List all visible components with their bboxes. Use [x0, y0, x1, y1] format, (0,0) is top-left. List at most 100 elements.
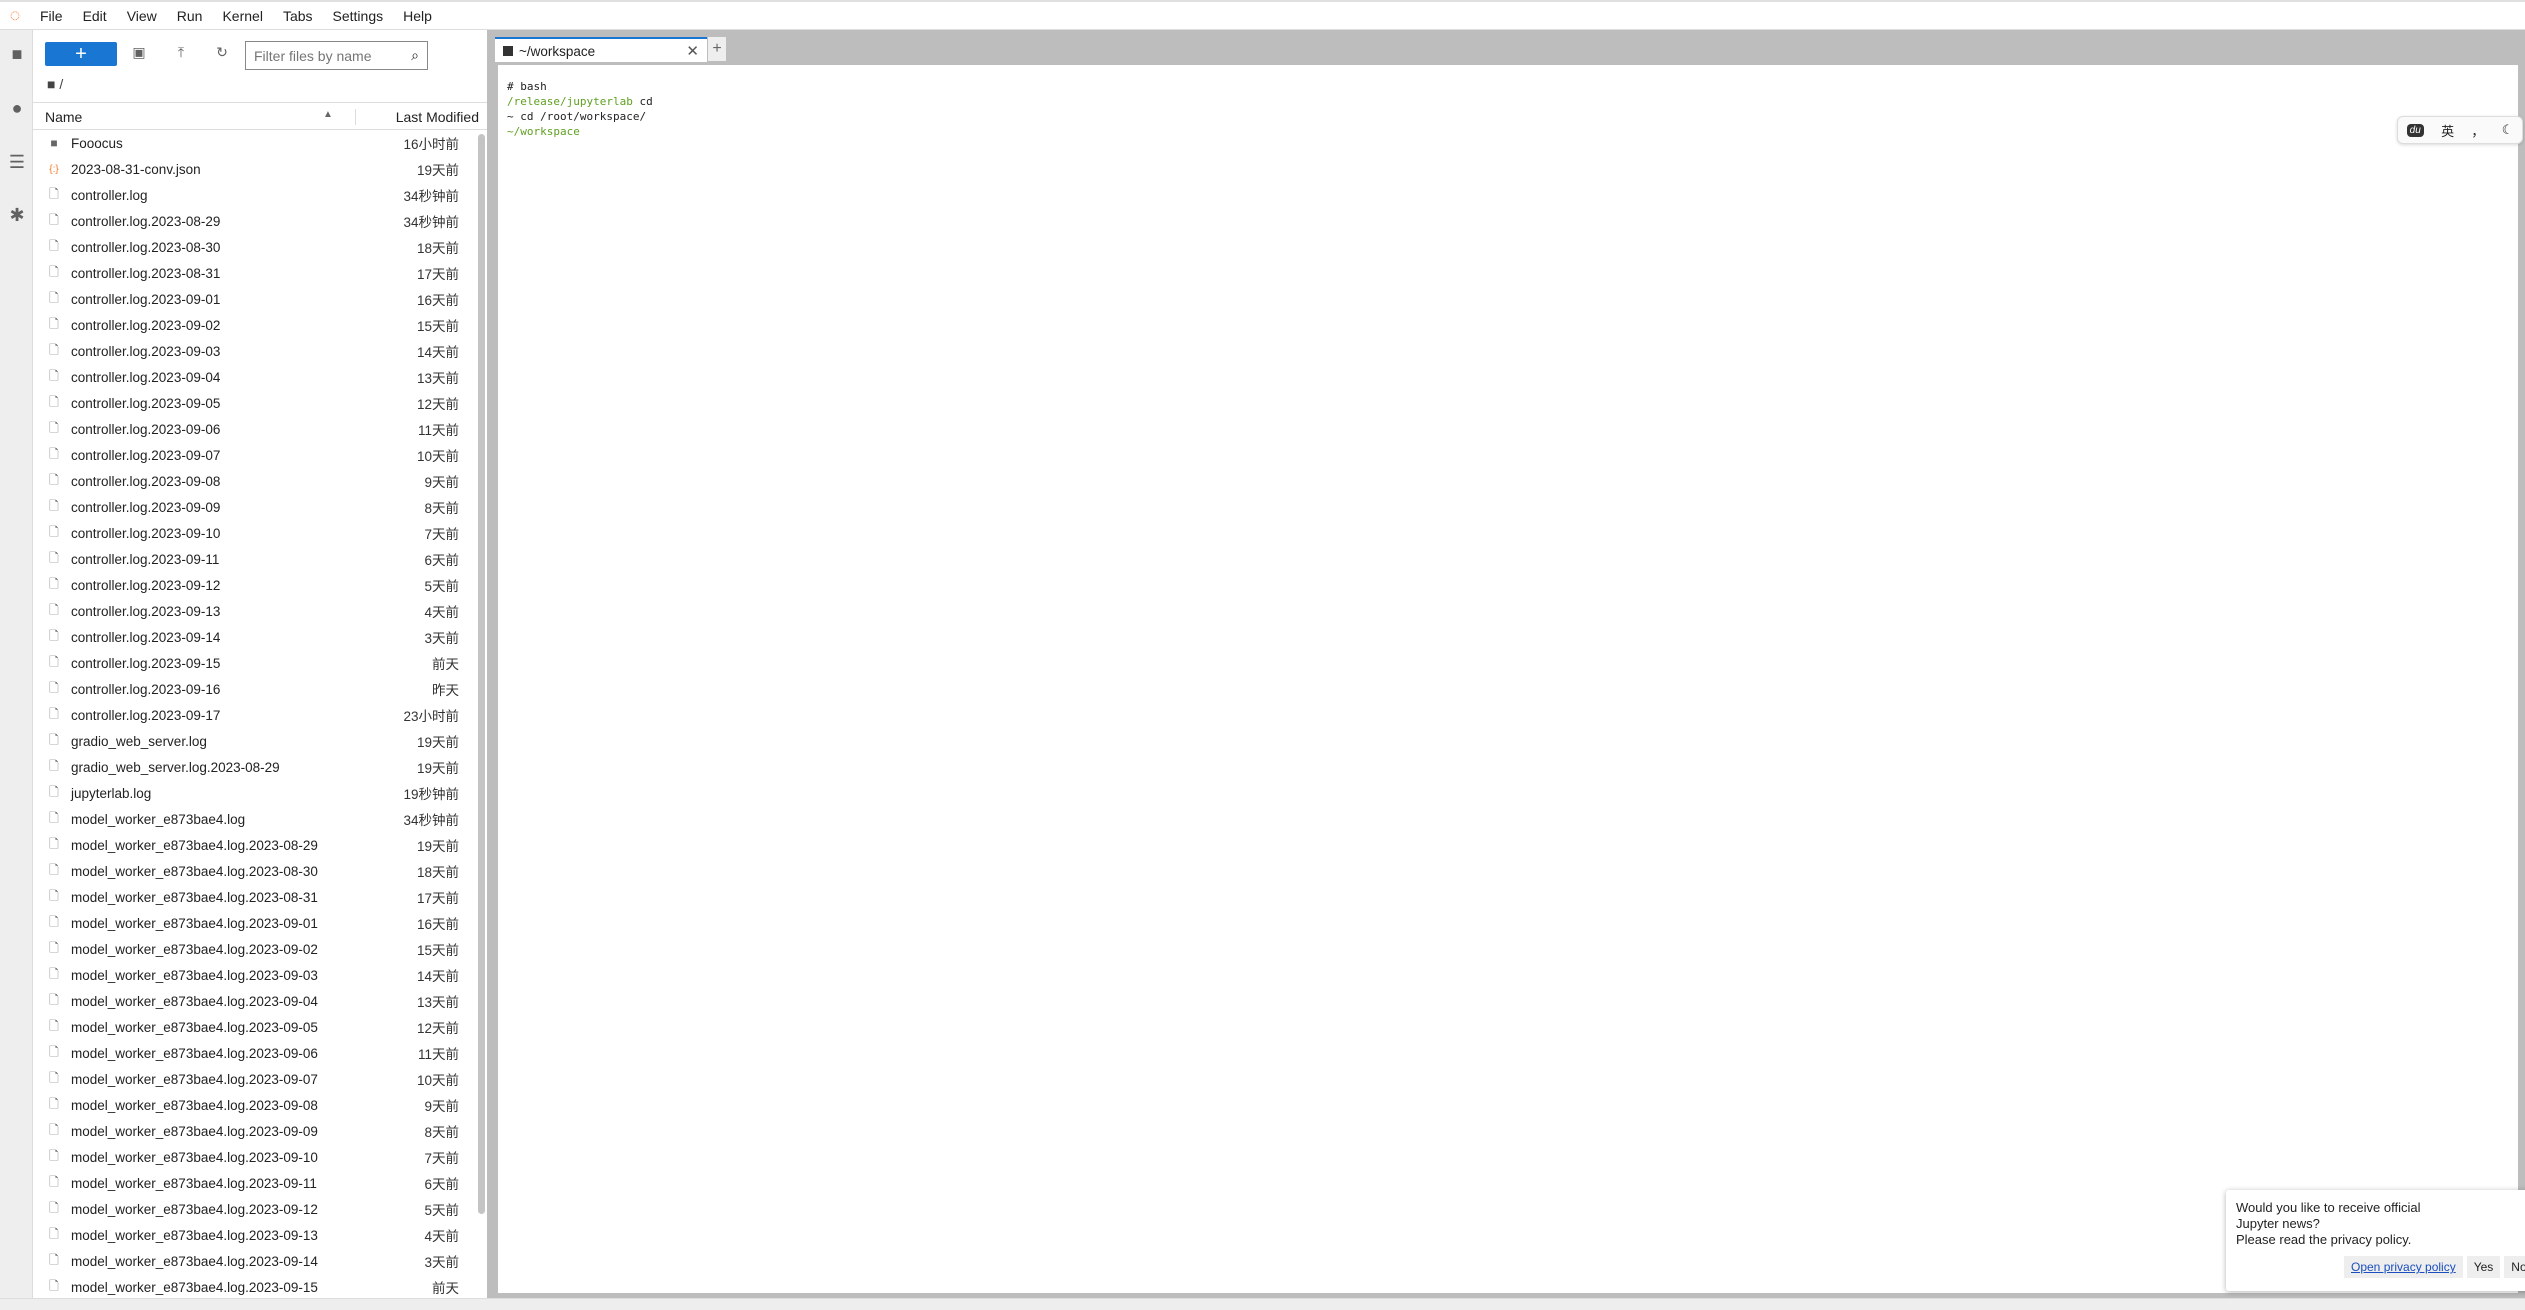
file-row[interactable]: 🗋 model_worker_e873bae4.log.2023-09-03 14天…: [33, 962, 473, 988]
file-row[interactable]: 🗋 controller.log.2023-08-31 17天前: [33, 260, 473, 286]
menu-tabs[interactable]: Tabs: [273, 8, 323, 24]
file-row[interactable]: 🗋 controller.log.2023-09-01 16天前: [33, 286, 473, 312]
file-row[interactable]: 🗋 controller.log.2023-09-04 13天前: [33, 364, 473, 390]
file-modified: 34秒钟前: [403, 189, 459, 204]
menu-settings[interactable]: Settings: [323, 8, 394, 24]
menu-view[interactable]: View: [117, 8, 167, 24]
file-row[interactable]: 🗋 controller.log 34秒钟前: [33, 182, 473, 208]
file-row[interactable]: 🗋 model_worker_e873bae4.log.2023-09-04 13天…: [33, 988, 473, 1014]
file-row[interactable]: 🗋 model_worker_e873bae4.log.2023-08-30 18天…: [33, 858, 473, 884]
file-row[interactable]: 🗋 model_worker_e873bae4.log.2023-09-13 4天前: [33, 1222, 473, 1248]
file-name: model_worker_e873bae4.log.2023-08-31: [71, 889, 318, 905]
breadcrumb-root[interactable]: /: [59, 76, 63, 92]
new-folder-icon[interactable]: ▣: [129, 44, 149, 64]
file-row[interactable]: 🗋 model_worker_e873bae4.log.2023-09-09 8天前: [33, 1118, 473, 1144]
file-row[interactable]: 🗋 controller.log.2023-09-07 10天前: [33, 442, 473, 468]
file-icon: 🗋: [49, 290, 59, 305]
file-name: model_worker_e873bae4.log.2023-09-03: [71, 967, 318, 983]
toc-icon[interactable]: ☰: [7, 152, 27, 172]
panel-splitter[interactable]: [487, 30, 495, 1298]
close-icon[interactable]: ✕: [686, 42, 699, 60]
menu-help[interactable]: Help: [393, 8, 442, 24]
file-modified: 13天前: [416, 371, 459, 386]
file-row[interactable]: 🗋 controller.log.2023-09-15 前天: [33, 650, 473, 676]
file-row[interactable]: 🗋 model_worker_e873bae4.log.2023-09-10 7天前: [33, 1144, 473, 1170]
file-row[interactable]: 🗋 controller.log.2023-09-12 5天前: [33, 572, 473, 598]
ime-language[interactable]: 英: [2441, 121, 2454, 140]
menu-run[interactable]: Run: [167, 8, 213, 24]
file-icon: 🗋: [49, 602, 59, 617]
menu-edit[interactable]: Edit: [73, 8, 117, 24]
filter-files[interactable]: ⌕: [245, 41, 428, 70]
file-row[interactable]: 🗋 controller.log.2023-09-06 11天前: [33, 416, 473, 442]
file-modified: 18天前: [416, 865, 459, 880]
status-bar: [0, 1298, 2525, 1310]
file-row[interactable]: 🗋 model_worker_e873bae4.log.2023-09-05 12天…: [33, 1014, 473, 1040]
folder-icon[interactable]: ■: [7, 44, 27, 64]
file-row[interactable]: 🗋 controller.log.2023-09-02 15天前: [33, 312, 473, 338]
file-row[interactable]: 🗋 gradio_web_server.log 19天前: [33, 728, 473, 754]
ime-logo-icon[interactable]: du: [2406, 123, 2424, 137]
file-row[interactable]: 🗋 model_worker_e873bae4.log.2023-09-08 9天前: [33, 1092, 473, 1118]
yes-button[interactable]: Yes: [2466, 1256, 2501, 1278]
file-icon: 🗋: [49, 394, 59, 409]
no-button[interactable]: No: [2504, 1256, 2525, 1278]
file-row[interactable]: 🗋 controller.log.2023-08-30 18天前: [33, 234, 473, 260]
file-row[interactable]: {:} 2023-08-31-conv.json 19天前: [33, 156, 473, 182]
extension-icon[interactable]: ✱: [7, 205, 27, 225]
file-row[interactable]: 🗋 model_worker_e873bae4.log.2023-09-06 11天…: [33, 1040, 473, 1066]
file-row[interactable]: 🗋 jupyterlab.log 19秒钟前: [33, 780, 473, 806]
file-modified: 10天前: [416, 1073, 459, 1088]
new-launcher-button[interactable]: +: [45, 42, 117, 66]
running-icon[interactable]: ●: [7, 98, 27, 118]
file-modified: 19秒钟前: [403, 787, 459, 802]
file-name: 2023-08-31-conv.json: [71, 161, 201, 177]
file-row[interactable]: 🗋 controller.log.2023-09-14 3天前: [33, 624, 473, 650]
menu-kernel[interactable]: Kernel: [212, 8, 272, 24]
scrollbar[interactable]: [478, 134, 485, 1214]
file-row[interactable]: 🗋 model_worker_e873bae4.log.2023-09-14 3天前: [33, 1248, 473, 1274]
file-row[interactable]: 🗋 model_worker_e873bae4.log.2023-09-01 16天…: [33, 910, 473, 936]
upload-icon[interactable]: ⤒: [171, 44, 191, 64]
file-row[interactable]: 🗋 controller.log.2023-09-03 14天前: [33, 338, 473, 364]
file-name: model_worker_e873bae4.log.2023-09-02: [71, 941, 318, 957]
open-privacy-policy-button[interactable]: Open privacy policy: [2344, 1256, 2463, 1278]
filter-input[interactable]: [254, 47, 394, 64]
json-file-icon: {:}: [49, 163, 59, 175]
file-row[interactable]: 🗋 controller.log.2023-09-09 8天前: [33, 494, 473, 520]
moon-icon[interactable]: ☾: [2502, 122, 2514, 138]
refresh-icon[interactable]: ↻: [212, 44, 232, 64]
file-row[interactable]: 🗋 model_worker_e873bae4.log 34秒钟前: [33, 806, 473, 832]
file-icon: 🗋: [49, 1096, 59, 1111]
file-row[interactable]: 🗋 controller.log.2023-09-17 23小时前: [33, 702, 473, 728]
file-row[interactable]: 🗋 model_worker_e873bae4.log.2023-09-12 5天前: [33, 1196, 473, 1222]
file-row[interactable]: 🗋 controller.log.2023-09-13 4天前: [33, 598, 473, 624]
file-modified: 3天前: [424, 1255, 459, 1270]
file-row[interactable]: 🗋 model_worker_e873bae4.log.2023-09-15 前天: [33, 1274, 473, 1300]
file-row[interactable]: 🗋 controller.log.2023-09-10 7天前: [33, 520, 473, 546]
file-row[interactable]: 🗋 controller.log.2023-09-05 12天前: [33, 390, 473, 416]
file-icon: 🗋: [49, 1148, 59, 1163]
file-row[interactable]: 🗋 model_worker_e873bae4.log.2023-08-31 17天…: [33, 884, 473, 910]
terminal-line: ~ cd /root/workspace/: [507, 110, 647, 123]
file-row[interactable]: 🗋 gradio_web_server.log.2023-08-29 19天前: [33, 754, 473, 780]
add-tab-button[interactable]: +: [708, 37, 726, 61]
file-row[interactable]: 🗋 controller.log.2023-09-11 6天前: [33, 546, 473, 572]
file-row[interactable]: 🗋 model_worker_e873bae4.log.2023-09-02 15天…: [33, 936, 473, 962]
breadcrumb[interactable]: ■ /: [47, 76, 63, 92]
ime-punctuation[interactable]: ，: [2471, 121, 2484, 140]
file-row[interactable]: 🗋 controller.log.2023-09-08 9天前: [33, 468, 473, 494]
file-row[interactable]: ■ Fooocus 16小时前: [33, 130, 473, 156]
column-last-modified[interactable]: Last Modified: [354, 109, 479, 125]
terminal[interactable]: # bash /release/jupyterlab cd ~ cd /root…: [498, 65, 2518, 1293]
file-row[interactable]: 🗋 model_worker_e873bae4.log.2023-08-29 19天…: [33, 832, 473, 858]
menu-file[interactable]: File: [30, 8, 73, 24]
tab-terminal[interactable]: ~/workspace ✕: [495, 37, 707, 63]
file-row[interactable]: 🗋 controller.log.2023-09-16 昨天: [33, 676, 473, 702]
column-name[interactable]: Name: [45, 109, 82, 125]
file-name: controller.log.2023-09-06: [71, 421, 221, 437]
file-modified: 19天前: [416, 163, 459, 178]
file-row[interactable]: 🗋 model_worker_e873bae4.log.2023-09-11 6天前: [33, 1170, 473, 1196]
file-row[interactable]: 🗋 model_worker_e873bae4.log.2023-09-07 10天…: [33, 1066, 473, 1092]
file-row[interactable]: 🗋 controller.log.2023-08-29 34秒钟前: [33, 208, 473, 234]
